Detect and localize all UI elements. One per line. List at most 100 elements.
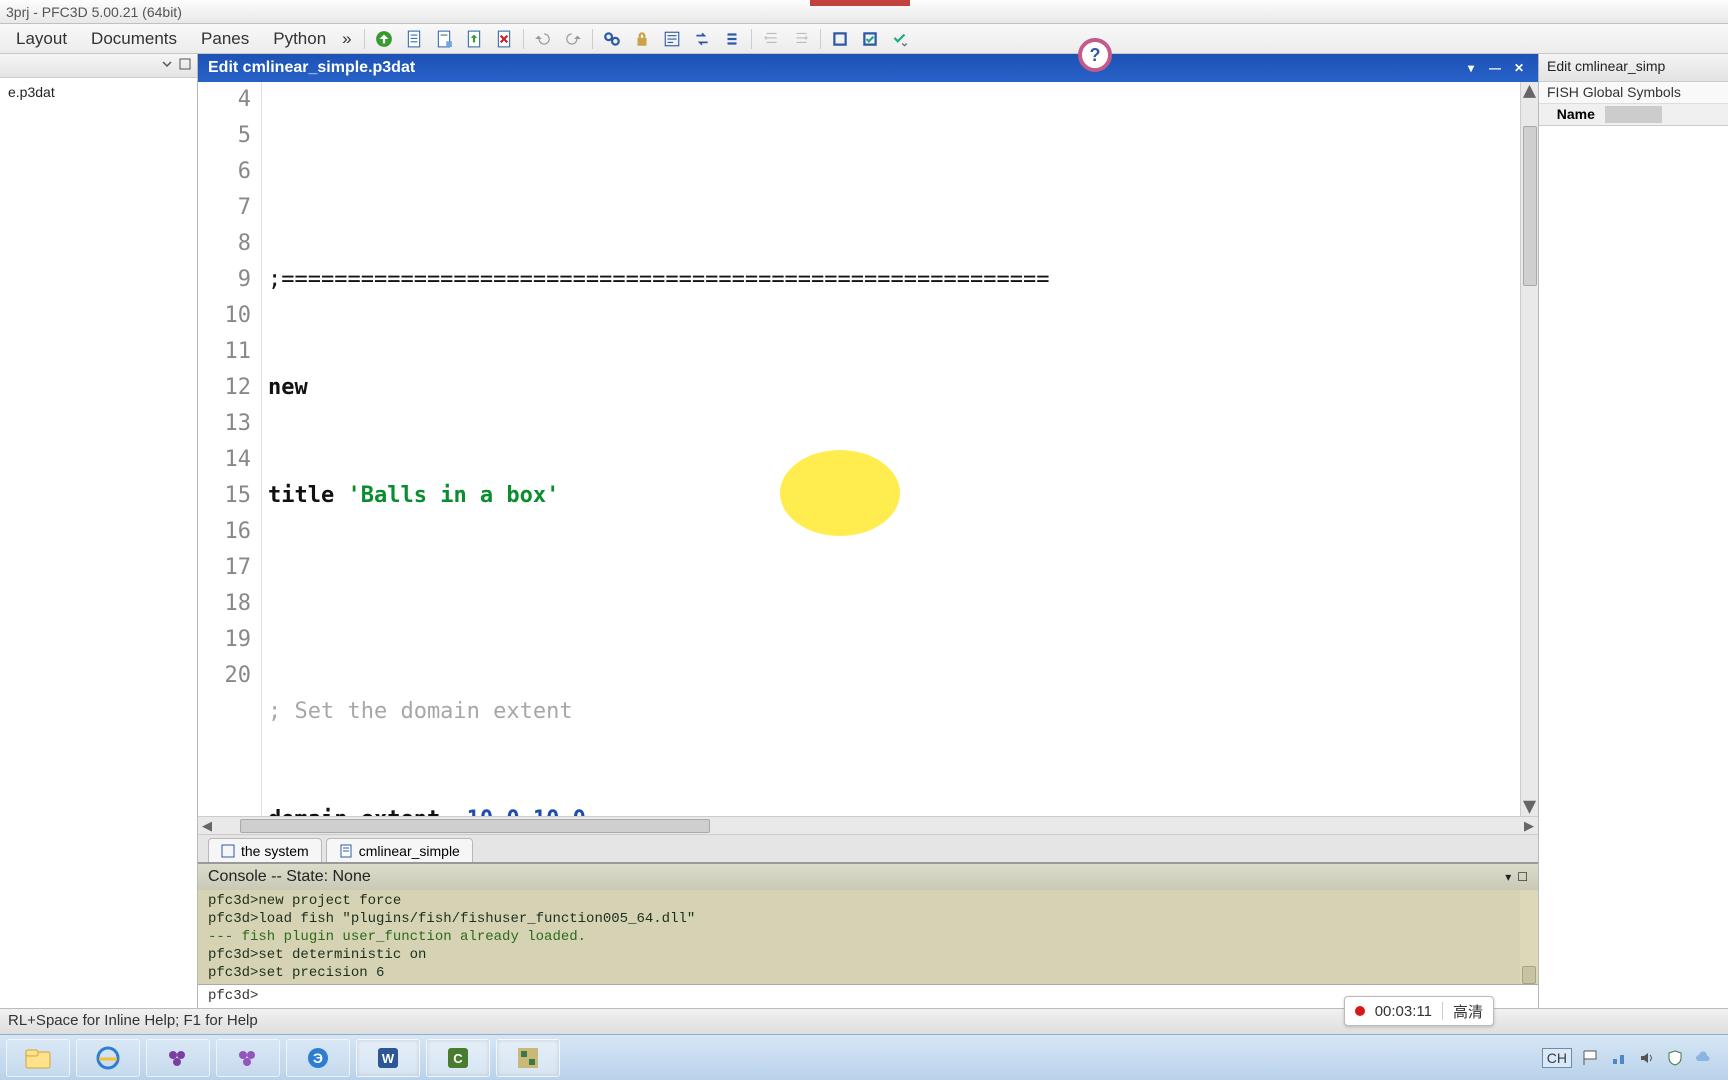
status-text: RL+Space for Inline Help; F1 for Help (8, 1012, 258, 1029)
left-panel-header (0, 54, 197, 78)
tree-item-file[interactable]: e.p3dat (4, 82, 193, 102)
taskbar-app-1[interactable] (146, 1039, 210, 1077)
editor-tabs: the system cmlinear_simple (198, 834, 1538, 862)
switch-icon[interactable] (689, 26, 715, 52)
doc-icon-4[interactable] (491, 26, 517, 52)
console-panel: Console -- State: None ▾ ☐ pfc3d>new pro… (198, 862, 1538, 1008)
tray-network-icon[interactable] (1610, 1049, 1628, 1067)
line-gutter: 4 5 6 7 8 9 10 11 12 13 14 15 16 17 18 1… (198, 82, 262, 816)
console-line: pfc3d>new project force (208, 892, 1528, 910)
tray-flag-icon[interactable] (1582, 1049, 1600, 1067)
menu-python[interactable]: Python (261, 25, 338, 53)
taskbar-app-3[interactable]: Э (286, 1039, 350, 1077)
console-vscrollbar[interactable] (1520, 890, 1538, 984)
editor-hscrollbar[interactable]: ◀ ▶ (198, 816, 1538, 834)
tab-icon (221, 844, 235, 858)
menu-documents[interactable]: Documents (79, 25, 189, 53)
redo-icon[interactable] (560, 26, 586, 52)
taskbar-ie[interactable] (76, 1039, 140, 1077)
menu-separator (523, 29, 524, 49)
lock-icon[interactable] (629, 26, 655, 52)
list-icon[interactable] (719, 26, 745, 52)
titlebar: 3prj - PFC3D 5.00.21 (64bit) (0, 0, 1728, 24)
recorder-quality[interactable]: 高清 (1453, 1001, 1483, 1022)
tray-shield-icon[interactable] (1666, 1049, 1684, 1067)
doc-icon-3[interactable] (461, 26, 487, 52)
tray-volume-icon[interactable] (1638, 1049, 1656, 1067)
check-dropdown-icon[interactable] (887, 26, 913, 52)
doc-icon-2[interactable] (431, 26, 457, 52)
console-header-text: Console -- State: None (208, 868, 371, 886)
scroll-thumb[interactable] (240, 819, 710, 833)
script-icon[interactable] (659, 26, 685, 52)
right-panel-title: Edit cmlinear_simp (1539, 54, 1728, 82)
taskbar-app-2[interactable] (216, 1039, 280, 1077)
right-panel-colheader: Name (1539, 104, 1728, 126)
help-icon[interactable]: ? (1078, 38, 1112, 72)
code-editor[interactable]: 4 5 6 7 8 9 10 11 12 13 14 15 16 17 18 1… (198, 82, 1538, 816)
menu-layout[interactable]: Layout (4, 25, 79, 53)
console-prompt: pfc3d> (208, 988, 258, 1004)
editor-close-icon[interactable]: ✕ (1510, 60, 1528, 76)
console-header: Console -- State: None ▾ ☐ (198, 864, 1538, 890)
menu-separator (592, 29, 593, 49)
tray-cloud-icon[interactable] (1694, 1049, 1712, 1067)
left-panel: e.p3dat (0, 54, 198, 1008)
menu-separator (364, 29, 365, 49)
menu-panes[interactable]: Panes (189, 25, 261, 53)
tab-label: cmlinear_simple (359, 843, 460, 859)
record-dot-icon (1355, 1006, 1365, 1016)
right-panel: Edit cmlinear_simp FISH Global Symbols N… (1538, 54, 1728, 1008)
menu-separator (751, 29, 752, 49)
code-area[interactable]: ;=======================================… (262, 82, 1520, 816)
menu-more[interactable]: » (338, 25, 359, 53)
editor-dropdown-icon[interactable]: ▾ (1462, 60, 1480, 76)
svg-text:Э: Э (313, 1050, 323, 1066)
right-panel-subtitle: FISH Global Symbols (1539, 82, 1728, 104)
editor-title-text: Edit cmlinear_simple.p3dat (208, 59, 415, 77)
taskbar-explorer[interactable] (6, 1039, 70, 1077)
panel-box-icon[interactable] (179, 58, 191, 73)
scroll-thumb[interactable] (1523, 126, 1537, 286)
run-icon[interactable] (371, 26, 397, 52)
menubar: Layout Documents Panes Python » (0, 24, 1728, 54)
taskbar: Э W C CH (0, 1034, 1728, 1080)
project-tree: e.p3dat (0, 78, 197, 1008)
editor-minimize-icon[interactable]: — (1486, 60, 1504, 76)
editor-panel: Edit cmlinear_simple.p3dat ▾ — ✕ 4 5 6 7… (198, 54, 1538, 1008)
tab-cmlinear-simple[interactable]: cmlinear_simple (326, 838, 473, 862)
find-icon[interactable] (599, 26, 625, 52)
taskbar-word[interactable]: W (356, 1039, 420, 1077)
undo-icon[interactable] (530, 26, 556, 52)
tab-icon (339, 844, 353, 858)
col-name[interactable]: Name (1547, 106, 1605, 123)
square-icon[interactable] (827, 26, 853, 52)
recorder-time: 00:03:11 (1375, 1003, 1432, 1020)
console-line: pfc3d>set precision 6 (208, 964, 1528, 982)
check-square-icon[interactable] (857, 26, 883, 52)
console-input[interactable]: pfc3d> (198, 984, 1538, 1008)
indent-left-icon[interactable] (758, 26, 784, 52)
console-body[interactable]: pfc3d>new project force pfc3d>load fish … (198, 890, 1538, 984)
tray-ime[interactable]: CH (1542, 1048, 1572, 1068)
tab-the-system[interactable]: the system (208, 838, 322, 862)
doc-icon-1[interactable] (401, 26, 427, 52)
recorder-overlay[interactable]: 00:03:11 高清 (1344, 996, 1494, 1026)
indent-right-icon[interactable] (788, 26, 814, 52)
dropdown-icon[interactable] (161, 58, 173, 73)
editor-vscrollbar[interactable]: ▲ ▼ (1520, 82, 1538, 816)
menu-separator (820, 29, 821, 49)
console-line: --- fish plugin user_function already lo… (208, 928, 1528, 946)
taskbar-pfc3d[interactable] (496, 1039, 560, 1077)
svg-text:C: C (453, 1051, 463, 1066)
editor-titlebar: Edit cmlinear_simple.p3dat ▾ — ✕ (198, 54, 1538, 82)
console-dropdown-icon[interactable]: ▾ (1505, 870, 1511, 884)
system-tray: CH (1542, 1048, 1722, 1068)
console-line: pfc3d>load fish "plugins/fish/fishuser_f… (208, 910, 1528, 928)
title-accent (810, 0, 910, 6)
console-line: pfc3d>set deterministic on (208, 946, 1528, 964)
taskbar-camtasia[interactable]: C (426, 1039, 490, 1077)
console-box-icon[interactable]: ☐ (1517, 870, 1528, 884)
svg-text:W: W (382, 1051, 395, 1066)
title-text: 3prj - PFC3D 5.00.21 (64bit) (6, 4, 182, 20)
